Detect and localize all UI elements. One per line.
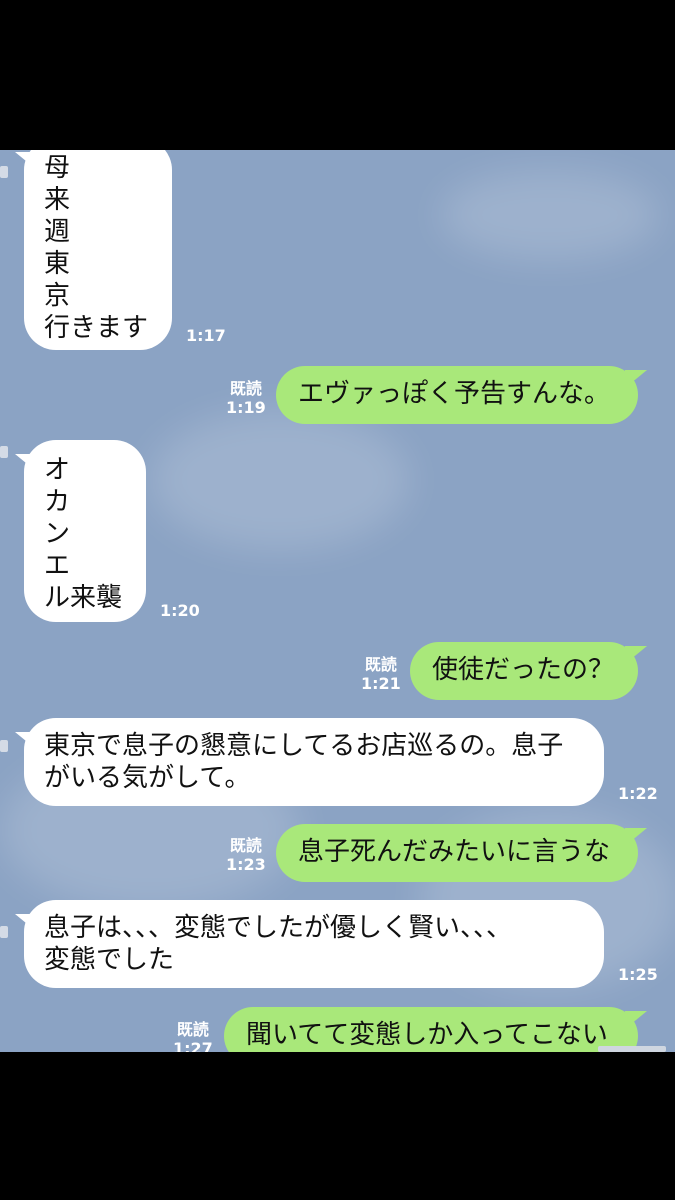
message-text: エヴァっぽく予告すんな。 <box>298 379 611 409</box>
sender-avatar-edge <box>0 166 8 178</box>
message-line: 来 <box>44 185 71 215</box>
message-line: 変態でした <box>44 945 175 975</box>
message-line: 東 <box>44 249 71 279</box>
read-receipt: 既読 1:27 <box>173 1020 213 1052</box>
message-line: ル来襲 <box>44 583 123 613</box>
message-text: 使徒だったの？ <box>432 655 615 685</box>
sender-avatar-edge <box>0 926 8 938</box>
scroll-indicator[interactable] <box>598 1046 666 1052</box>
message-line: がいる気がして。 <box>44 763 251 793</box>
message-line: 東京で息子の懇意にしてるお店巡るの。息子 <box>44 731 564 761</box>
message-time: 1:20 <box>160 601 200 620</box>
message-bubble-outgoing[interactable]: エヴァっぽく予告すんな。 <box>276 366 638 424</box>
message-line: 母 <box>44 153 71 183</box>
message-line: 行きます <box>44 313 149 343</box>
message-time: 1:22 <box>618 784 658 803</box>
read-receipt: 既読 1:19 <box>226 379 266 417</box>
read-receipt: 既読 1:23 <box>226 836 266 874</box>
message-bubble-incoming[interactable]: 母 来 週 東 京 行きます <box>24 150 172 350</box>
message-line: カ <box>44 487 71 517</box>
message-time: 1:17 <box>186 326 226 345</box>
message-line: ン <box>44 519 71 549</box>
message-bubble-incoming[interactable]: 東京で息子の懇意にしてるお店巡るの。息子 がいる気がして。 <box>24 718 604 806</box>
message-line: オ <box>44 455 71 485</box>
message-time: 1:25 <box>618 965 658 984</box>
message-bubble-outgoing[interactable]: 息子死んだみたいに言うな <box>276 824 638 882</box>
message-bubble-outgoing[interactable]: 聞いてて変態しか入ってこない <box>224 1007 638 1052</box>
message-text: 息子死んだみたいに言うな <box>298 837 611 867</box>
sender-avatar-edge <box>0 446 8 458</box>
message-text: 聞いてて変態しか入ってこない <box>246 1020 608 1050</box>
message-line: 息子は、、、変態でしたが優しく賢い、、、 <box>44 913 513 943</box>
message-bubble-outgoing[interactable]: 使徒だったの？ <box>410 642 638 700</box>
message-line: エ <box>44 551 71 581</box>
message-bubble-incoming[interactable]: オ カ ン エ ル来襲 <box>24 440 146 622</box>
message-line: 京 <box>44 281 71 311</box>
message-bubble-incoming[interactable]: 息子は、、、変態でしたが優しく賢い、、、 変態でした <box>24 900 604 988</box>
read-receipt: 既読 1:21 <box>361 655 401 693</box>
sender-avatar-edge <box>0 740 8 752</box>
message-line: 週 <box>44 217 71 247</box>
chat-area[interactable]: 母 来 週 東 京 行きます 1:17 既読 1:19 エヴァっぽく予告すんな。… <box>0 150 675 1052</box>
